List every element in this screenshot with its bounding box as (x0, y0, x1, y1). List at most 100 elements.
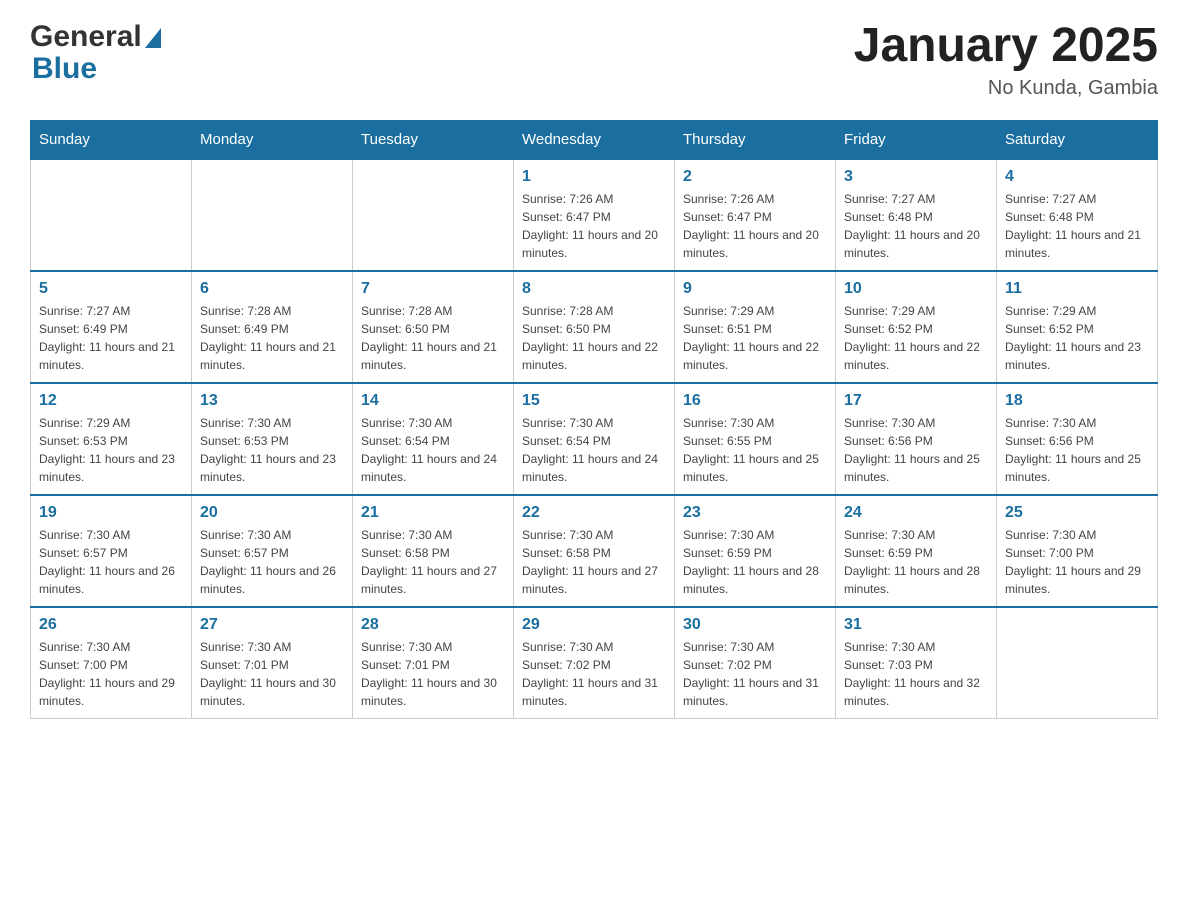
day-number: 20 (200, 504, 344, 522)
day-number: 31 (844, 616, 988, 634)
day-info: Sunrise: 7:29 AM Sunset: 6:52 PM Dayligh… (844, 302, 988, 374)
calendar-day-cell: 15Sunrise: 7:30 AM Sunset: 6:54 PM Dayli… (514, 383, 675, 495)
calendar-day-cell: 7 Sunrise: 7:28 AM Sunset: 6:50 PM Daylig… (353, 271, 514, 383)
day-info: Sunrise: 7:26 AM Sunset: 6:47 PM Dayligh… (522, 190, 666, 262)
day-info: Sunrise: 7:26 AM Sunset: 6:47 PM Dayligh… (683, 190, 827, 262)
calendar-day-cell: 23 Sunrise: 7:30 AM Sunset: 6:59 PM Dayli… (675, 495, 836, 607)
day-number: 15 (522, 392, 666, 410)
day-number: 22 (522, 504, 666, 522)
day-number: 7 (361, 280, 505, 298)
calendar-day-header: Tuesday (353, 120, 514, 159)
day-info: Sunrise: 7:30 AM Sunset: 7:01 PM Dayligh… (200, 638, 344, 710)
calendar-day-cell: 30 Sunrise: 7:30 AM Sunset: 7:02 PM Dayli… (675, 607, 836, 719)
day-info: Sunrise: 7:29 AM Sunset: 6:53 PM Dayligh… (39, 414, 183, 486)
day-info: Sunrise: 7:29 AM Sunset: 6:52 PM Dayligh… (1005, 302, 1149, 374)
location: No Kunda, Gambia (854, 77, 1158, 100)
calendar-day-cell: 6 Sunrise: 7:28 AM Sunset: 6:49 PM Daylig… (192, 271, 353, 383)
page-header: General Blue January 2025 No Kunda, Gamb… (30, 20, 1158, 100)
calendar-day-cell: 8 Sunrise: 7:28 AM Sunset: 6:50 PM Daylig… (514, 271, 675, 383)
calendar-day-header: Saturday (997, 120, 1158, 159)
calendar-day-cell: 29Sunrise: 7:30 AM Sunset: 7:02 PM Dayli… (514, 607, 675, 719)
day-info: Sunrise: 7:27 AM Sunset: 6:49 PM Dayligh… (39, 302, 183, 374)
day-number: 8 (522, 280, 666, 298)
calendar-day-cell: 18 Sunrise: 7:30 AM Sunset: 6:56 PM Dayli… (997, 383, 1158, 495)
day-number: 30 (683, 616, 827, 634)
day-info: Sunrise: 7:28 AM Sunset: 6:50 PM Dayligh… (522, 302, 666, 374)
day-number: 23 (683, 504, 827, 522)
day-number: 25 (1005, 504, 1149, 522)
day-info: Sunrise: 7:30 AM Sunset: 6:56 PM Dayligh… (844, 414, 988, 486)
calendar-day-header: Friday (836, 120, 997, 159)
day-info: Sunrise: 7:30 AM Sunset: 7:00 PM Dayligh… (1005, 526, 1149, 598)
day-info: Sunrise: 7:30 AM Sunset: 6:58 PM Dayligh… (361, 526, 505, 598)
day-info: Sunrise: 7:30 AM Sunset: 6:55 PM Dayligh… (683, 414, 827, 486)
calendar-day-cell: 13 Sunrise: 7:30 AM Sunset: 6:53 PM Dayli… (192, 383, 353, 495)
day-number: 18 (1005, 392, 1149, 410)
day-info: Sunrise: 7:30 AM Sunset: 7:03 PM Dayligh… (844, 638, 988, 710)
calendar-day-cell: 28Sunrise: 7:30 AM Sunset: 7:01 PM Dayli… (353, 607, 514, 719)
calendar-day-cell: 5 Sunrise: 7:27 AM Sunset: 6:49 PM Daylig… (31, 271, 192, 383)
day-number: 10 (844, 280, 988, 298)
calendar-day-cell: 3 Sunrise: 7:27 AM Sunset: 6:48 PM Daylig… (836, 159, 997, 271)
calendar-day-cell: 27 Sunrise: 7:30 AM Sunset: 7:01 PM Dayli… (192, 607, 353, 719)
day-number: 21 (361, 504, 505, 522)
day-info: Sunrise: 7:30 AM Sunset: 6:56 PM Dayligh… (1005, 414, 1149, 486)
calendar-week-row: 26 Sunrise: 7:30 AM Sunset: 7:00 PM Dayli… (31, 607, 1158, 719)
day-info: Sunrise: 7:30 AM Sunset: 7:01 PM Dayligh… (361, 638, 505, 710)
day-number: 3 (844, 168, 988, 186)
logo-blue-text: Blue (32, 52, 97, 86)
day-number: 14 (361, 392, 505, 410)
day-info: Sunrise: 7:28 AM Sunset: 6:49 PM Dayligh… (200, 302, 344, 374)
calendar-day-cell: 22Sunrise: 7:30 AM Sunset: 6:58 PM Dayli… (514, 495, 675, 607)
calendar-week-row: 5 Sunrise: 7:27 AM Sunset: 6:49 PM Daylig… (31, 271, 1158, 383)
calendar-day-cell: 9Sunrise: 7:29 AM Sunset: 6:51 PM Daylig… (675, 271, 836, 383)
day-number: 24 (844, 504, 988, 522)
calendar-day-cell: 12 Sunrise: 7:29 AM Sunset: 6:53 PM Dayli… (31, 383, 192, 495)
day-info: Sunrise: 7:30 AM Sunset: 7:00 PM Dayligh… (39, 638, 183, 710)
calendar-header-row: SundayMondayTuesdayWednesdayThursdayFrid… (31, 120, 1158, 159)
day-number: 12 (39, 392, 183, 410)
day-number: 19 (39, 504, 183, 522)
calendar-day-cell: 19Sunrise: 7:30 AM Sunset: 6:57 PM Dayli… (31, 495, 192, 607)
day-info: Sunrise: 7:27 AM Sunset: 6:48 PM Dayligh… (1005, 190, 1149, 262)
calendar-day-cell (353, 159, 514, 271)
day-number: 27 (200, 616, 344, 634)
day-info: Sunrise: 7:28 AM Sunset: 6:50 PM Dayligh… (361, 302, 505, 374)
day-number: 17 (844, 392, 988, 410)
calendar-day-cell: 1 Sunrise: 7:26 AM Sunset: 6:47 PM Daylig… (514, 159, 675, 271)
calendar-day-cell: 11Sunrise: 7:29 AM Sunset: 6:52 PM Dayli… (997, 271, 1158, 383)
logo-general-text: General (30, 20, 142, 54)
calendar-day-cell: 10 Sunrise: 7:29 AM Sunset: 6:52 PM Dayli… (836, 271, 997, 383)
calendar-day-cell: 20Sunrise: 7:30 AM Sunset: 6:57 PM Dayli… (192, 495, 353, 607)
calendar-day-header: Thursday (675, 120, 836, 159)
calendar-day-cell: 17 Sunrise: 7:30 AM Sunset: 6:56 PM Dayli… (836, 383, 997, 495)
day-number: 6 (200, 280, 344, 298)
calendar-day-cell: 31 Sunrise: 7:30 AM Sunset: 7:03 PM Dayli… (836, 607, 997, 719)
calendar-week-row: 19Sunrise: 7:30 AM Sunset: 6:57 PM Dayli… (31, 495, 1158, 607)
day-number: 13 (200, 392, 344, 410)
day-info: Sunrise: 7:30 AM Sunset: 7:02 PM Dayligh… (683, 638, 827, 710)
logo-triangle-icon (145, 28, 161, 48)
title-section: January 2025 No Kunda, Gambia (854, 20, 1158, 100)
day-number: 9 (683, 280, 827, 298)
calendar-day-cell: 16 Sunrise: 7:30 AM Sunset: 6:55 PM Dayli… (675, 383, 836, 495)
calendar-day-cell: 24Sunrise: 7:30 AM Sunset: 6:59 PM Dayli… (836, 495, 997, 607)
calendar-day-cell: 4 Sunrise: 7:27 AM Sunset: 6:48 PM Daylig… (997, 159, 1158, 271)
calendar-day-cell: 2Sunrise: 7:26 AM Sunset: 6:47 PM Daylig… (675, 159, 836, 271)
calendar-day-cell (997, 607, 1158, 719)
day-info: Sunrise: 7:30 AM Sunset: 6:53 PM Dayligh… (200, 414, 344, 486)
calendar-day-cell: 14 Sunrise: 7:30 AM Sunset: 6:54 PM Dayli… (353, 383, 514, 495)
day-number: 26 (39, 616, 183, 634)
day-number: 1 (522, 168, 666, 186)
day-number: 5 (39, 280, 183, 298)
calendar-table: SundayMondayTuesdayWednesdayThursdayFrid… (30, 120, 1158, 719)
day-info: Sunrise: 7:30 AM Sunset: 6:54 PM Dayligh… (361, 414, 505, 486)
day-number: 4 (1005, 168, 1149, 186)
day-info: Sunrise: 7:30 AM Sunset: 7:02 PM Dayligh… (522, 638, 666, 710)
day-number: 16 (683, 392, 827, 410)
month-title: January 2025 (854, 20, 1158, 73)
day-info: Sunrise: 7:27 AM Sunset: 6:48 PM Dayligh… (844, 190, 988, 262)
calendar-day-cell: 25 Sunrise: 7:30 AM Sunset: 7:00 PM Dayli… (997, 495, 1158, 607)
calendar-day-cell: 26 Sunrise: 7:30 AM Sunset: 7:00 PM Dayli… (31, 607, 192, 719)
day-info: Sunrise: 7:30 AM Sunset: 6:59 PM Dayligh… (683, 526, 827, 598)
